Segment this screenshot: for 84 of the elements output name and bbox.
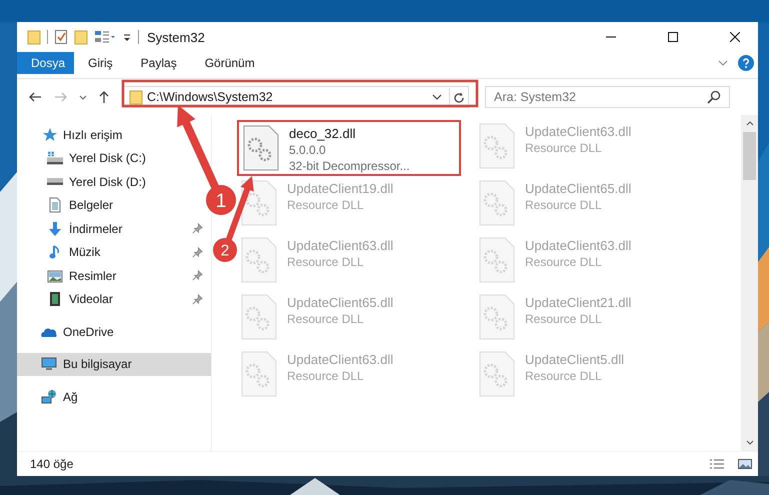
nav-item[interactable]: Yerel Disk (D:) [17, 170, 154, 194]
file-detail: Resource DLL [287, 311, 364, 327]
file-name: UpdateClient65.dll [525, 181, 632, 197]
recent-locations-icon[interactable] [79, 94, 87, 100]
pin-icon[interactable] [192, 294, 203, 305]
view-options-icon[interactable] [94, 29, 116, 45]
gear-file-icon [479, 294, 515, 340]
file-detail: Resource DLL [525, 368, 602, 384]
gear-file-icon [243, 125, 279, 171]
nav-item[interactable]: İndirmeler [17, 217, 211, 240]
file-name: UpdateClient63.dll [525, 238, 632, 254]
nav-item[interactable]: Resimler [17, 264, 211, 288]
pin-icon[interactable] [192, 223, 203, 234]
file-detail: Resource DLL [287, 197, 364, 213]
nav-item[interactable]: Bu bilgisayar [17, 352, 211, 376]
item-count: 140 öğe [30, 457, 74, 471]
scroll-up-icon[interactable] [746, 121, 754, 126]
file-name: UpdateClient65.dll [287, 295, 394, 311]
file-name: UpdateClient63.dll [287, 352, 394, 368]
nav-item[interactable]: Belgeler [17, 194, 122, 217]
document-icon [47, 197, 63, 214]
nav-item[interactable]: Yerel Disk (C:) [17, 146, 154, 170]
file-name: UpdateClient19.dll [287, 181, 394, 197]
drive-icon [47, 178, 63, 186]
properties-icon[interactable] [54, 29, 68, 45]
drive-icon [47, 150, 63, 166]
large-icons-view-icon[interactable] [738, 459, 752, 469]
help-icon[interactable] [738, 55, 754, 71]
image-icon [47, 268, 63, 284]
pin-icon[interactable] [192, 246, 203, 258]
monitor-icon [41, 356, 57, 372]
up-icon[interactable] [99, 90, 109, 104]
star-icon [41, 126, 57, 143]
download-arrow-icon [47, 220, 63, 237]
globe-icon [41, 388, 57, 405]
details-view-icon[interactable] [710, 459, 724, 469]
file-name: deco_32.dll [289, 126, 356, 142]
maximize-icon [668, 32, 678, 42]
nav-item[interactable]: OneDrive [17, 320, 122, 344]
file-detail: Resource DLL [525, 140, 602, 156]
gear-file-icon [479, 351, 515, 397]
file-detail: Resource DLL [287, 368, 364, 384]
address-path: C:\Windows\System32 [147, 90, 274, 104]
scrollbar[interactable] [741, 115, 758, 451]
gear-file-icon [479, 123, 515, 169]
gear-file-icon [241, 351, 277, 397]
back-icon[interactable] [29, 92, 42, 102]
file-detail: 5.0.0.0 [289, 142, 326, 158]
file-detail: Resource DLL [525, 197, 602, 213]
gear-file-icon [241, 294, 277, 340]
file-detail: Resource DLL [525, 254, 602, 270]
file-detail: 32-bit Decompressor... [289, 158, 410, 174]
pin-icon[interactable] [192, 270, 203, 282]
ribbon-tab[interactable]: Paylaş [126, 52, 191, 74]
gear-file-icon [241, 237, 277, 283]
ribbon-tab[interactable]: Dosya [17, 52, 74, 74]
ribbon-tab[interactable]: Giriş [74, 52, 127, 74]
nav-item[interactable]: Ağ [17, 385, 86, 408]
file-name: UpdateClient21.dll [525, 295, 632, 311]
file-name: UpdateClient63.dll [287, 238, 394, 254]
dropdown-icon[interactable] [432, 94, 442, 100]
ribbon-tab[interactable]: Görünüm [190, 52, 269, 74]
close-icon [730, 32, 740, 42]
file-name: UpdateClient5.dll [525, 352, 624, 368]
file-detail: Resource DLL [525, 311, 602, 327]
expand-ribbon-icon[interactable] [718, 60, 728, 66]
scroll-down-icon[interactable] [746, 440, 754, 445]
scrollbar-thumb[interactable] [743, 132, 756, 180]
film-icon [47, 291, 63, 308]
nav-item[interactable]: Videolar [17, 288, 211, 311]
search-icon[interactable] [707, 91, 721, 104]
file-item[interactable]: deco_32.dll 5.0.0.0 32-bit Decompressor... [237, 120, 461, 176]
nav-item[interactable]: Müzik [17, 240, 211, 264]
gear-file-icon [479, 180, 515, 226]
search-field[interactable]: Ara: System32 [485, 86, 730, 108]
customize-toolbar-icon[interactable] [122, 32, 132, 42]
nav-item[interactable]: Hızlı erişim [17, 123, 130, 146]
refresh-icon[interactable] [454, 92, 464, 102]
gear-file-icon [479, 237, 515, 283]
folder-icon [129, 89, 143, 105]
window-title: System32 [147, 30, 205, 44]
file-detail: Resource DLL [287, 254, 364, 270]
file-name: UpdateClient63.dll [525, 124, 632, 140]
address-bar[interactable]: C:\Windows\System32 [123, 86, 469, 108]
